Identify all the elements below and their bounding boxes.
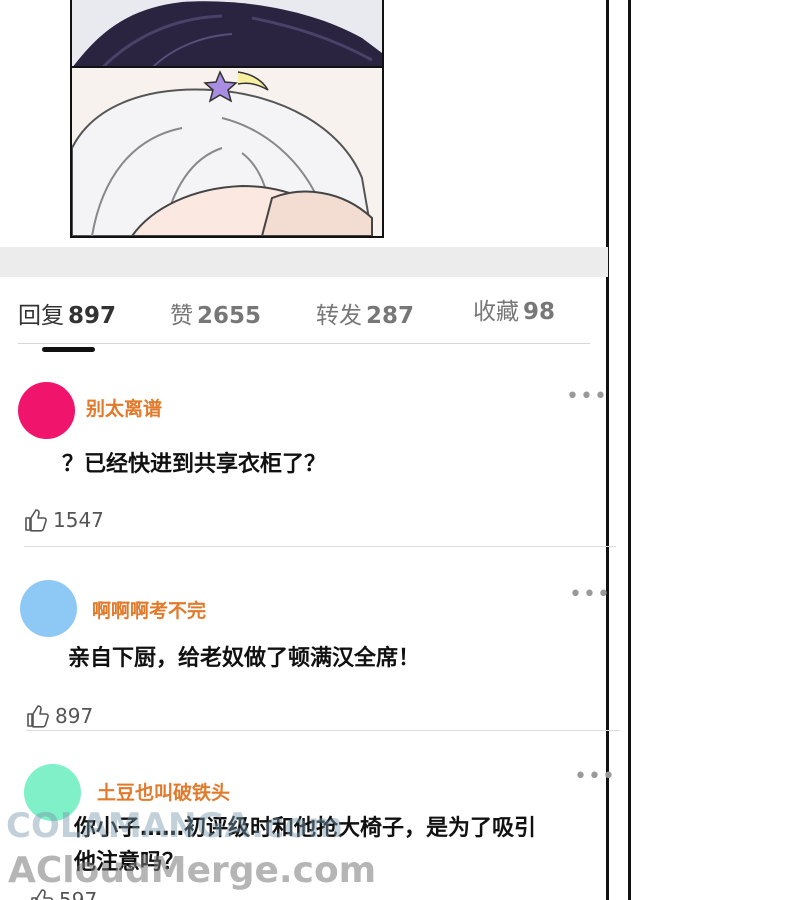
tab-shares-label: 转发 xyxy=(316,303,362,329)
like-count: 897 xyxy=(55,704,94,728)
tab-favorites[interactable]: 收藏 98 xyxy=(473,292,555,326)
comment-username[interactable]: 啊啊啊考不完 xyxy=(92,596,206,623)
comment-username[interactable]: 土豆也叫破铁头 xyxy=(97,778,230,805)
comic-panel-bottom xyxy=(70,66,384,238)
tab-replies-label: 回复 xyxy=(18,303,64,329)
avatar[interactable] xyxy=(20,580,77,637)
comment-username[interactable]: 别太离谱 xyxy=(86,394,162,421)
interaction-tabs: 回复 897 赞 2655 转发 287 收藏 98 xyxy=(0,280,608,356)
like-count: 1547 xyxy=(53,508,104,532)
like-button[interactable]: 897 xyxy=(26,704,93,728)
comment-divider xyxy=(26,730,620,731)
thumbs-up-icon xyxy=(25,509,47,532)
tab-likes-count: 2655 xyxy=(197,303,262,329)
tab-shares[interactable]: 转发 287 xyxy=(316,296,414,330)
watermark-acloudmerge: ACloudMerge.com xyxy=(8,850,377,891)
comic-panel-top xyxy=(70,0,384,70)
section-divider-band xyxy=(0,247,608,277)
panel-border-right xyxy=(628,0,631,900)
comic-page: 回复 897 赞 2655 转发 287 收藏 98 别太离谱 ••• ？已经快进到共享… xyxy=(0,0,800,900)
white-hair-drawing xyxy=(72,70,374,236)
like-button[interactable]: 1547 xyxy=(24,508,104,532)
tab-favorites-label: 收藏 xyxy=(473,299,519,325)
watermark-colamanga: COLAMANGA.com xyxy=(6,806,344,846)
more-dots-icon[interactable]: ••• xyxy=(569,584,611,606)
tab-likes[interactable]: 赞 2655 xyxy=(170,296,261,330)
tab-likes-label: 赞 xyxy=(170,303,193,329)
tab-replies-count: 897 xyxy=(68,303,117,329)
tab-shares-count: 287 xyxy=(366,303,415,329)
thumbs-up-icon xyxy=(27,705,49,728)
tab-favorites-count: 98 xyxy=(523,299,556,325)
more-dots-icon[interactable]: ••• xyxy=(574,766,616,788)
tab-replies[interactable]: 回复 897 xyxy=(18,296,116,330)
active-tab-indicator xyxy=(42,347,95,352)
dark-hair-drawing xyxy=(72,1,382,68)
comment-text: 亲自下厨，给老奴做了顿满汉全席！ xyxy=(68,646,421,671)
tabs-divider xyxy=(18,343,590,344)
comment-text: ？已经快进到共享衣柜了？ xyxy=(62,452,327,477)
more-dots-icon[interactable]: ••• xyxy=(566,386,608,408)
comment-divider xyxy=(24,546,616,547)
avatar[interactable] xyxy=(18,382,75,439)
